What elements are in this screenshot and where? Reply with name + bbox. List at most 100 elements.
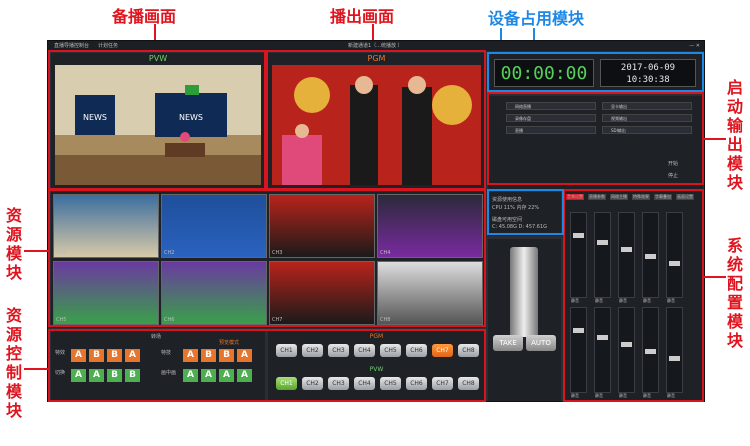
transition-ab-button[interactable]: A [89, 369, 104, 382]
audio-fader[interactable]: 静音 [618, 307, 635, 398]
pgm-channel-button[interactable]: CH7 [432, 344, 453, 357]
fader-knob[interactable] [669, 261, 680, 266]
fader-knob[interactable] [621, 247, 632, 252]
pgm-channel-button[interactable]: CH4 [354, 344, 375, 357]
audio-fader[interactable]: 静音 [570, 212, 587, 303]
transition-ab-button[interactable]: A [219, 369, 234, 382]
fader-knob[interactable] [645, 254, 656, 259]
tbar-slider[interactable] [510, 247, 538, 337]
pvw-channel-button[interactable]: CH5 [380, 377, 401, 390]
row-gpu-output[interactable]: 显卡输出 [602, 102, 692, 110]
row-record[interactable]: 录像存盘 [506, 114, 596, 122]
transition-ab-button[interactable]: A [183, 369, 198, 382]
mute-label[interactable]: 静音 [643, 298, 651, 304]
fader-knob[interactable] [573, 233, 584, 238]
transition-ab-button[interactable]: B [107, 349, 122, 362]
audio-fader[interactable]: 静音 [666, 307, 683, 398]
row-network-live[interactable]: 网络直播 [506, 102, 596, 110]
resource-tile[interactable]: CH6 [161, 261, 267, 325]
menu-console[interactable]: 直播导播控制台 [54, 41, 89, 51]
transition-ab-button[interactable]: A [125, 349, 140, 362]
audio-fader[interactable]: 静音 [666, 212, 683, 303]
pvw-channel-button[interactable]: CH4 [354, 377, 375, 390]
mixer-tab[interactable]: 网络主播 [610, 194, 628, 200]
menu-schedule[interactable]: 计划任务 [98, 41, 118, 51]
row-live[interactable]: 直播 [506, 126, 596, 134]
preview-screen-annotation: 备播画面 [112, 7, 177, 26]
row-sdi-output[interactable]: SDI输出 [602, 126, 692, 134]
stop-button[interactable]: 停止 [668, 172, 678, 179]
pvw-channel-button[interactable]: CH8 [458, 377, 479, 390]
resource-tile[interactable]: CH2 [161, 194, 267, 258]
mute-label[interactable]: 静音 [619, 393, 627, 399]
pgm-channel-button[interactable]: CH1 [276, 344, 297, 357]
transition-ab-button[interactable]: A [71, 369, 86, 382]
pgm-channel-button[interactable]: CH8 [458, 344, 479, 357]
pgm-channel-button[interactable]: CH5 [380, 344, 401, 357]
pvw-channel-button[interactable]: CH2 [302, 377, 323, 390]
system-config-panel: 音频设置 直播参数 网络主播 特殊效果 字幕叠加 画面设置 静音 静音 静音 静音 静音 静音 静音 静音… [564, 192, 703, 401]
pgm-channel-button[interactable]: CH6 [406, 344, 427, 357]
fader-knob[interactable] [669, 356, 680, 361]
audio-fader[interactable]: 静音 [642, 307, 659, 398]
row-video-output[interactable]: 视频输出 [602, 114, 692, 122]
transition-ab-button[interactable]: B [125, 369, 140, 382]
audio-fader[interactable]: 静音 [642, 212, 659, 303]
window-controls[interactable]: — ✕ [689, 41, 700, 51]
mute-label[interactable]: 静音 [667, 393, 675, 399]
mixer-tab[interactable]: 音频设置 [566, 194, 584, 200]
pip-label: 画中画 [161, 370, 177, 376]
transition-ab-button[interactable]: A [201, 369, 216, 382]
mute-label[interactable]: 静音 [595, 298, 603, 304]
start-button[interactable]: 开始 [668, 160, 678, 167]
resource-tile[interactable]: CH4 [377, 194, 483, 258]
transition-ab-button[interactable]: A [237, 369, 252, 382]
transition-ab-button[interactable]: B [201, 349, 216, 362]
audio-fader[interactable]: 静音 [594, 212, 611, 303]
pvw-channel-button[interactable]: CH3 [328, 377, 349, 390]
audio-fader[interactable]: 静音 [618, 212, 635, 303]
audio-fader[interactable]: 静音 [594, 307, 611, 398]
transition-ab-button[interactable]: A [71, 349, 86, 362]
resource-tile[interactable]: CH5 [53, 261, 159, 325]
pgm-video [272, 65, 481, 185]
pvw-channel-button[interactable]: CH7 [432, 377, 453, 390]
pgm-channel-button[interactable]: CH2 [302, 344, 323, 357]
mixer-tab[interactable]: 直播参数 [588, 194, 606, 200]
fader-knob[interactable] [573, 328, 584, 333]
auto-button[interactable]: AUTO [526, 335, 556, 351]
fader-knob[interactable] [621, 342, 632, 347]
take-button[interactable]: TAKE [493, 335, 523, 351]
fader-knob[interactable] [597, 335, 608, 340]
fader-knob[interactable] [645, 349, 656, 354]
resource-arrow [24, 250, 48, 252]
transition-ab-button[interactable]: B [107, 369, 122, 382]
pvw-channel-button[interactable]: CH6 [406, 377, 427, 390]
transition-panel: 转场 预览模式 特效 切换 特技 画中画 ABBAAABBABBAAAAA [51, 331, 265, 401]
mute-label[interactable]: 静音 [619, 298, 627, 304]
mute-label[interactable]: 静音 [643, 393, 651, 399]
audio-fader[interactable]: 静音 [570, 307, 587, 398]
mute-label[interactable]: 静音 [667, 298, 675, 304]
fader-knob[interactable] [597, 240, 608, 245]
transition-ab-button[interactable]: A [237, 349, 252, 362]
time-text: 10:30:38 [626, 75, 670, 85]
pvw-channel-button[interactable]: CH1 [276, 377, 297, 390]
transition-ab-button[interactable]: B [219, 349, 234, 362]
mixer-tab[interactable]: 画面设置 [676, 194, 694, 200]
resource-panel: CH1 CH2 CH3 CH4 CH5 CH6 CH7 CH8 [51, 192, 485, 328]
tile-channel-label: CH1 [56, 250, 67, 256]
resource-tile[interactable]: CH1 [53, 194, 159, 258]
resource-tile[interactable]: CH7 [269, 261, 375, 325]
transition-ab-button[interactable]: B [89, 349, 104, 362]
transition-ab-button[interactable]: A [183, 349, 198, 362]
mute-label[interactable]: 静音 [571, 393, 579, 399]
mixer-tab[interactable]: 字幕叠加 [654, 194, 672, 200]
mute-label[interactable]: 静音 [595, 393, 603, 399]
mixer-tab[interactable]: 特殊效果 [632, 194, 650, 200]
pgm-channel-button[interactable]: CH3 [328, 344, 349, 357]
output-screen-annotation: 播出画面 [330, 7, 395, 26]
resource-tile[interactable]: CH3 [269, 194, 375, 258]
resource-tile[interactable]: CH8 [377, 261, 483, 325]
mute-label[interactable]: 静音 [571, 298, 579, 304]
